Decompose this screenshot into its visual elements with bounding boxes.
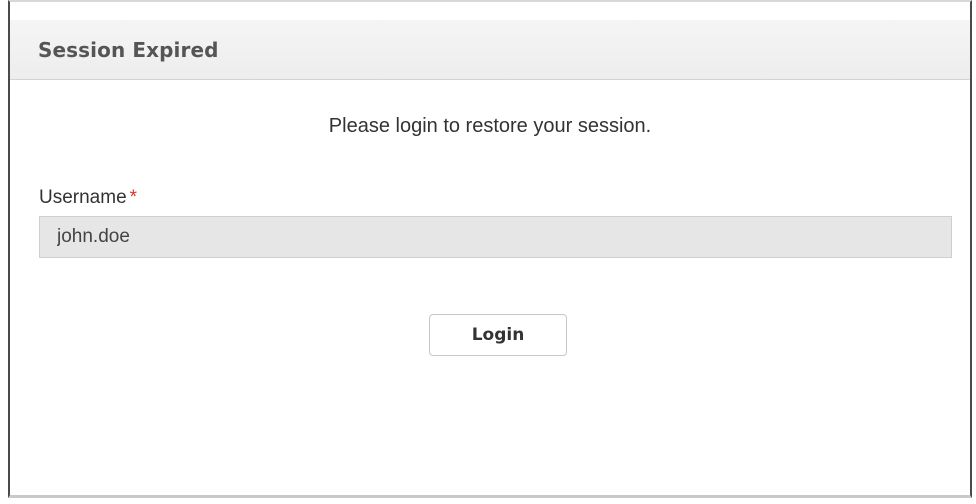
login-button[interactable]: Login — [429, 314, 567, 356]
dialog-header: Session Expired — [10, 2, 970, 80]
session-expired-dialog: Session Expired Please login to restore … — [8, 0, 972, 498]
username-label-group: Username * — [39, 187, 137, 209]
dialog-title: Session Expired — [38, 37, 219, 62]
session-message: Please login to restore your session. — [328, 115, 652, 137]
required-indicator: * — [129, 187, 138, 208]
username-label: Username — [39, 187, 127, 208]
username-field[interactable] — [39, 216, 952, 258]
